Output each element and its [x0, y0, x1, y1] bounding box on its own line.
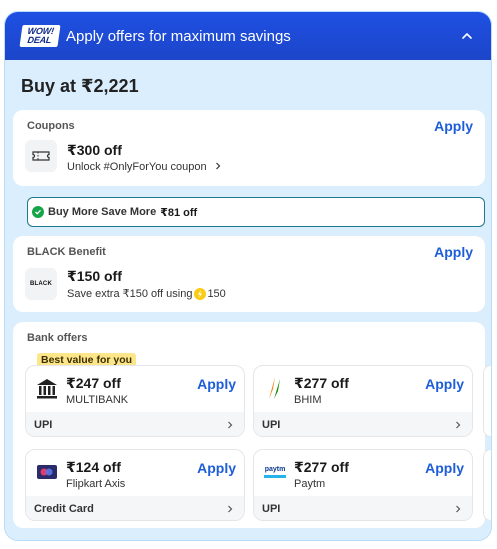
bank-offer-amount: ₹247 off — [66, 375, 121, 391]
bhim-logo — [262, 375, 288, 401]
black-benefit-label: BLACK Benefit — [27, 246, 106, 258]
credit-card-icon — [34, 459, 60, 485]
bank-offer-card[interactable]: ₹277 off BHIM Apply UPI — [253, 365, 473, 437]
chevron-right-icon — [215, 162, 221, 170]
next-offer-card-peek — [483, 365, 491, 437]
coupons-apply-button[interactable]: Apply — [434, 118, 473, 134]
coupon-description[interactable]: Unlock #OnlyForYou coupon — [67, 161, 222, 173]
black-apply-button[interactable]: Apply — [434, 244, 473, 260]
offers-header[interactable]: WOW! DEAL Apply offers for maximum savin… — [5, 12, 491, 60]
bank-offers-label: Bank offers — [27, 332, 88, 344]
bank-offer-apply-button[interactable]: Apply — [425, 376, 464, 392]
bank-offer-name: Flipkart Axis — [66, 478, 126, 490]
black-logo: BLACK — [25, 268, 57, 300]
supercoin-icon — [194, 287, 207, 300]
coupon-amount: ₹300 off — [67, 142, 122, 158]
bank-offer-method[interactable]: UPI — [254, 412, 472, 436]
bank-offer-name: BHIM — [294, 394, 322, 406]
chevron-right-icon — [456, 505, 461, 513]
chevron-up-icon[interactable] — [457, 26, 477, 46]
coupon-ticket-icon — [25, 140, 57, 172]
bank-offer-name: Paytm — [294, 478, 326, 490]
offers-header-title: Apply offers for maximum savings — [66, 27, 291, 45]
chevron-right-icon — [456, 421, 461, 429]
coupons-label: Coupons — [27, 120, 75, 132]
black-benefit-card: BLACK Benefit Apply BLACK ₹150 off Save … — [13, 236, 485, 312]
bank-offer-card[interactable]: ₹124 off Flipkart Axis Apply Credit Card — [25, 449, 245, 521]
bank-offer-method[interactable]: UPI — [254, 496, 472, 520]
chevron-right-icon — [228, 505, 233, 513]
bank-offer-apply-button[interactable]: Apply — [425, 460, 464, 476]
black-amount: ₹150 off — [67, 268, 122, 284]
bank-offer-card[interactable]: ₹247 off MULTIBANK Apply UPI — [25, 365, 245, 437]
bank-offer-name: MULTIBANK — [66, 394, 129, 406]
black-description: Save extra ₹150 off using 150 — [67, 287, 226, 300]
buy-more-save-more-banner: Buy More Save More ₹81 off — [27, 197, 485, 227]
coupons-card: Coupons Apply ₹300 off Unlock #OnlyForYo… — [13, 110, 485, 186]
bank-offer-card[interactable]: paytm ₹277 off Paytm Apply UPI — [253, 449, 473, 521]
buy-at-price: Buy at ₹2,221 — [21, 76, 139, 96]
next-offer-card-peek — [483, 449, 491, 521]
buy-more-amount: ₹81 off — [160, 206, 198, 219]
bank-offer-amount: ₹277 off — [294, 459, 349, 475]
offers-panel: WOW! DEAL Apply offers for maximum savin… — [4, 11, 492, 541]
bank-offer-apply-button[interactable]: Apply — [197, 376, 236, 392]
bank-offer-amount: ₹124 off — [66, 459, 121, 475]
bank-icon — [34, 375, 60, 401]
paytm-logo: paytm — [262, 459, 288, 485]
wow-deal-logo: WOW! DEAL — [19, 25, 61, 47]
chevron-right-icon — [228, 421, 233, 429]
bank-offer-apply-button[interactable]: Apply — [197, 460, 236, 476]
bank-offer-method[interactable]: UPI — [26, 412, 244, 436]
bank-offer-amount: ₹277 off — [294, 375, 349, 391]
check-circle-icon — [32, 206, 44, 218]
buy-more-text: Buy More Save More — [48, 206, 157, 218]
bank-offer-method[interactable]: Credit Card — [26, 496, 244, 520]
